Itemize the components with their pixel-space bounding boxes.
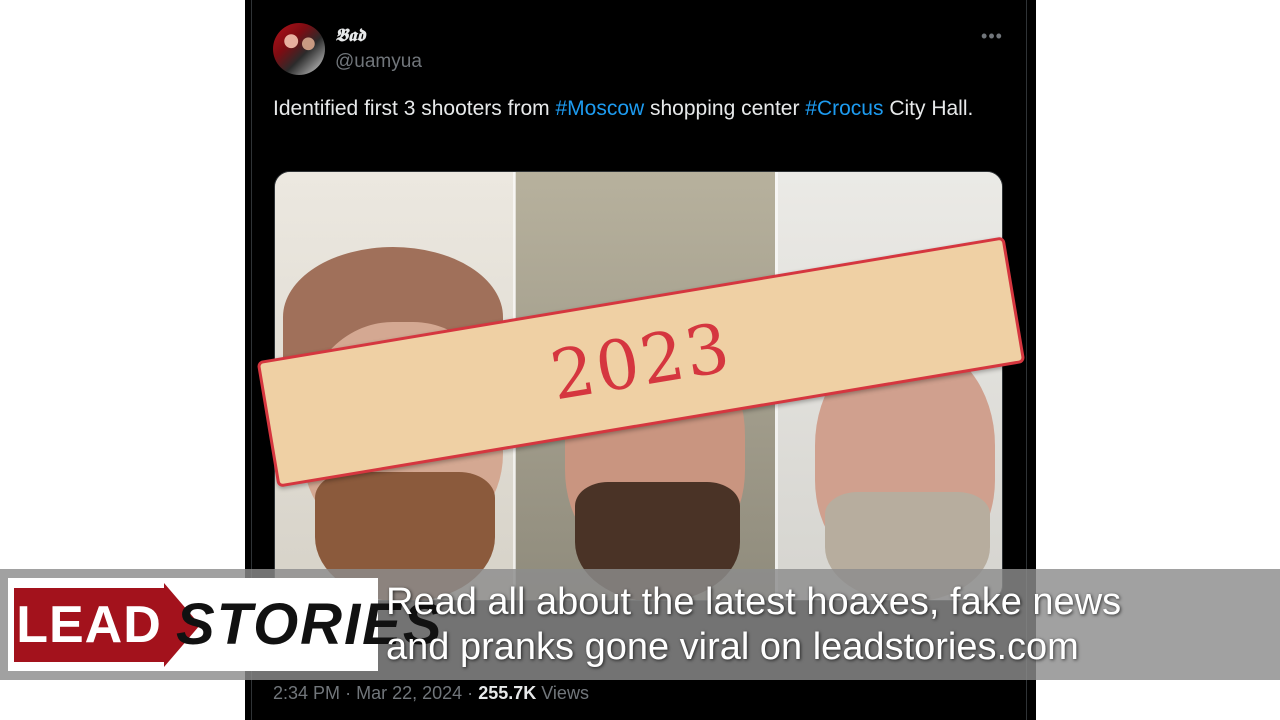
user-handle[interactable]: @uamyua <box>335 51 422 73</box>
display-name[interactable]: 𝕭𝖆𝖉 <box>335 25 365 46</box>
tweet-text-part: shopping center <box>644 97 806 120</box>
tweet-meta: 2:34 PM · Mar 22, 2024 · 255.7K Views <box>273 683 589 704</box>
banner-line-2: and pranks gone viral on leadstories.com <box>386 626 1079 668</box>
tweet-text-part: City Hall. <box>883 97 974 120</box>
stamp-year: 2023 <box>545 308 737 416</box>
meta-separator: · <box>345 683 352 703</box>
avatar[interactable] <box>273 23 325 75</box>
tweet-date[interactable]: Mar 22, 2024 <box>356 683 462 703</box>
tweet-text: Identified first 3 shooters from #Moscow… <box>273 93 1013 124</box>
hashtag-moscow[interactable]: #Moscow <box>555 97 644 120</box>
more-horizontal-icon[interactable]: ••• <box>980 26 1004 46</box>
banner-text: Read all about the latest hoaxes, fake n… <box>386 580 1266 670</box>
banner-line-1: Read all about the latest hoaxes, fake n… <box>386 581 1122 623</box>
logo-lead-text: LEAD <box>14 588 164 662</box>
views-count[interactable]: 255.7K <box>478 683 536 703</box>
meta-separator: · <box>467 683 474 703</box>
tweet-time[interactable]: 2:34 PM <box>273 683 340 703</box>
views-label: Views <box>541 683 589 703</box>
tweet-text-part: Identified first 3 shooters from <box>273 97 556 120</box>
hashtag-crocus[interactable]: #Crocus <box>805 97 883 120</box>
